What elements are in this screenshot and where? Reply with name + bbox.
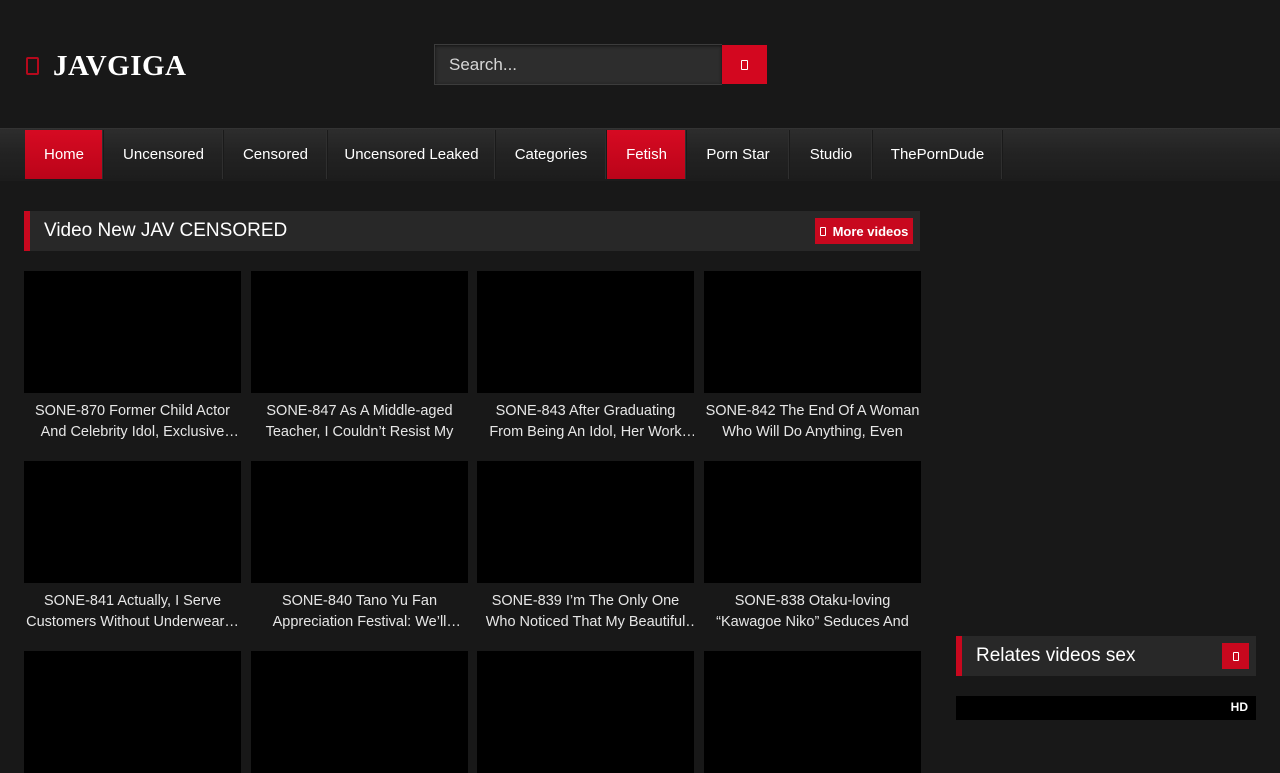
video-card[interactable] xyxy=(704,651,921,773)
video-thumbnail[interactable] xyxy=(24,461,241,583)
video-title[interactable]: SONE-839 I’m The Only One Who Noticed Th… xyxy=(477,591,694,633)
video-thumbnail[interactable] xyxy=(477,461,694,583)
search-icon xyxy=(741,59,748,70)
video-card[interactable] xyxy=(251,651,468,773)
video-card[interactable]: SONE-841 Actually, I Serve Customers Wit… xyxy=(24,461,241,633)
video-card[interactable]: SONE-839 I’m The Only One Who Noticed Th… xyxy=(477,461,694,633)
nav-item-porn-star[interactable]: Porn Star xyxy=(687,130,790,179)
video-thumbnail[interactable] xyxy=(477,271,694,393)
search-button[interactable] xyxy=(722,45,767,84)
sidebar-title: Relates videos sex xyxy=(976,645,1136,666)
video-card[interactable]: SONE-870 Former Child Actor And Celebrit… xyxy=(24,271,241,443)
sidebar-more-button[interactable] xyxy=(1222,643,1249,669)
video-title[interactable]: SONE-841 Actually, I Serve Customers Wit… xyxy=(24,591,241,633)
video-card[interactable]: SONE-840 Tano Yu Fan Appreciation Festiv… xyxy=(251,461,468,633)
video-title[interactable]: SONE-842 The End Of A Woman Who Will Do … xyxy=(704,401,921,443)
nav-list: Home Uncensored Censored Uncensored Leak… xyxy=(25,130,1003,179)
video-title[interactable]: SONE-847 As A Middle-aged Teacher, I Cou… xyxy=(251,401,468,443)
sidebar-header: Relates videos sex xyxy=(956,636,1256,676)
nav-item-fetish[interactable]: Fetish xyxy=(607,130,687,179)
section-title: Video New JAV CENSORED xyxy=(44,220,288,241)
video-card[interactable]: SONE-847 As A Middle-aged Teacher, I Cou… xyxy=(251,271,468,443)
hd-badge: HD xyxy=(1230,700,1248,714)
video-thumbnail[interactable] xyxy=(704,271,921,393)
video-title[interactable]: SONE-843 After Graduating From Being An … xyxy=(477,401,694,443)
video-card[interactable] xyxy=(24,651,241,773)
site-header: JAVGIGA xyxy=(0,0,1280,128)
main-nav: Home Uncensored Censored Uncensored Leak… xyxy=(0,128,1280,181)
video-thumbnail[interactable] xyxy=(251,461,468,583)
nav-item-home[interactable]: Home xyxy=(25,130,104,179)
video-thumbnail[interactable] xyxy=(704,651,921,773)
more-videos-button[interactable]: More videos xyxy=(815,218,913,244)
logo-icon xyxy=(26,57,39,75)
nav-item-categories[interactable]: Categories xyxy=(496,130,607,179)
video-thumbnail[interactable] xyxy=(24,271,241,393)
video-title[interactable]: SONE-870 Former Child Actor And Celebrit… xyxy=(24,401,241,443)
video-thumbnail[interactable] xyxy=(24,651,241,773)
video-card[interactable]: SONE-838 Otaku-loving “Kawagoe Niko” Sed… xyxy=(704,461,921,633)
nav-item-uncensored-leaked[interactable]: Uncensored Leaked xyxy=(328,130,496,179)
more-videos-label: More videos xyxy=(832,223,909,239)
video-icon xyxy=(819,226,826,236)
nav-item-theporndude[interactable]: ThePornDude xyxy=(873,130,1003,179)
video-icon xyxy=(1232,651,1239,661)
search-bar xyxy=(434,44,767,85)
nav-item-censored[interactable]: Censored xyxy=(224,130,328,179)
video-card[interactable]: SONE-842 The End Of A Woman Who Will Do … xyxy=(704,271,921,443)
nav-item-studio[interactable]: Studio xyxy=(790,130,873,179)
site-logo[interactable]: JAVGIGA xyxy=(26,50,187,82)
video-card[interactable]: SONE-843 After Graduating From Being An … xyxy=(477,271,694,443)
search-input[interactable] xyxy=(434,44,722,85)
video-thumbnail[interactable] xyxy=(477,651,694,773)
video-title[interactable]: SONE-838 Otaku-loving “Kawagoe Niko” Sed… xyxy=(704,591,921,633)
video-card[interactable] xyxy=(477,651,694,773)
nav-item-uncensored[interactable]: Uncensored xyxy=(104,130,224,179)
video-thumbnail[interactable] xyxy=(251,651,468,773)
video-thumbnail[interactable] xyxy=(704,461,921,583)
section-header: Video New JAV CENSORED More videos xyxy=(24,211,920,251)
video-thumbnail[interactable] xyxy=(251,271,468,393)
video-title[interactable]: SONE-840 Tano Yu Fan Appreciation Festiv… xyxy=(251,591,468,633)
sidebar-video-thumbnail[interactable]: HD xyxy=(956,696,1256,720)
logo-text: JAVGIGA xyxy=(53,49,187,82)
